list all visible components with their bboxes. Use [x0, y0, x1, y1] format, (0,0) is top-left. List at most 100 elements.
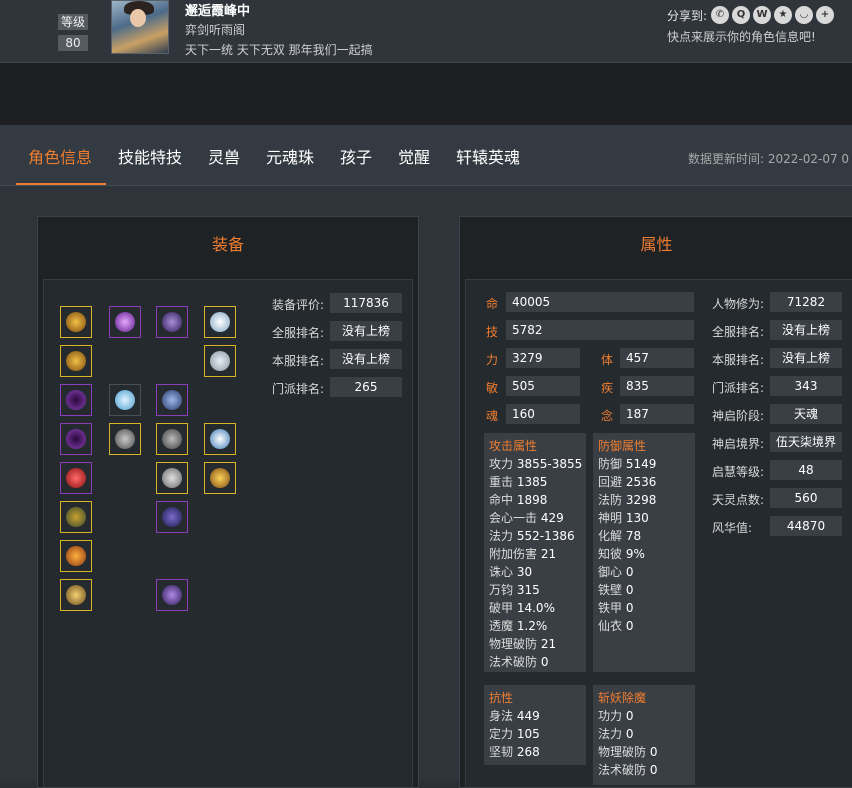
character-sect: 弈剑听雨阁	[185, 23, 246, 37]
tab-character-info[interactable]: 角色信息	[28, 144, 92, 168]
defense-attributes-title: 防御属性	[598, 439, 647, 453]
local-rank-label: 本服排名:	[272, 354, 325, 368]
share-icons: ✆ Q W ★ ◡ +	[711, 6, 834, 24]
equip-slot[interactable]	[109, 384, 141, 416]
attack-item: 附加伤害 21	[489, 547, 557, 561]
attr-key-skill: 技	[486, 325, 499, 339]
update-time: 数据更新时间: 2022-02-07 0	[688, 152, 850, 166]
attr-key: 疾	[601, 381, 614, 395]
defense-item: 知彼 9%	[598, 547, 645, 561]
resist-block: 抗性 身法 449 定力 105 坚韧 268	[484, 685, 586, 765]
attr-value: 160	[506, 404, 580, 424]
equip-slot[interactable]	[156, 423, 188, 455]
active-tab-indicator	[16, 183, 106, 185]
attr-value: 3279	[506, 348, 580, 368]
right-label: 本服排名:	[712, 353, 765, 367]
attack-item: 透魔 1.2%	[489, 619, 548, 633]
resist-item: 定力 105	[489, 727, 540, 741]
character-motto: 天下一统 天下无双 那年我们一起搞	[185, 43, 373, 57]
defense-item: 防御 5149	[598, 457, 657, 471]
defense-item: 神明 130	[598, 511, 649, 525]
defense-item: 御心 0	[598, 565, 634, 579]
tab-skills[interactable]: 技能特技	[118, 144, 182, 168]
tab-awakening[interactable]: 觉醒	[398, 144, 430, 168]
equipment-title: 装备	[211, 235, 244, 254]
attr-value-life: 40005	[506, 292, 694, 312]
equip-score-label: 装备评价:	[272, 298, 325, 312]
tab-soul-beads[interactable]: 元魂珠	[266, 144, 314, 168]
more-icon[interactable]: +	[816, 6, 834, 24]
right-value: 71282	[770, 292, 842, 312]
demon-item: 物理破防 0	[598, 745, 658, 759]
equip-slot[interactable]	[60, 462, 92, 494]
attr-key: 力	[486, 353, 499, 367]
attack-item: 破甲 14.0%	[489, 601, 555, 615]
equipment-panel: 装备 装备评价: 117836 全服排名: 没有上榜 本服排名: 没有上榜 门派…	[37, 216, 419, 788]
equip-slot[interactable]	[60, 306, 92, 338]
character-header: 等级 80 邂逅霞峰中 弈剑听雨阁 天下一统 天下无双 那年我们一起搞 分享到:…	[0, 0, 852, 63]
right-label: 神启境界:	[712, 437, 765, 451]
attr-key: 魂	[486, 409, 499, 423]
equip-slot[interactable]	[109, 306, 141, 338]
equip-slot[interactable]	[60, 423, 92, 455]
tab-xuanyuan-heroes[interactable]: 轩辕英魂	[456, 144, 520, 168]
defense-attributes-block: 防御属性 防御 5149 回避 2536 法防 3298 神明 130 化解 7…	[593, 433, 695, 672]
defense-item: 法防 3298	[598, 493, 657, 507]
wechat-icon[interactable]: ✆	[711, 6, 729, 24]
qq-icon[interactable]: Q	[732, 6, 750, 24]
attack-item: 命中 1898	[489, 493, 548, 507]
attr-value: 505	[506, 376, 580, 396]
sect-rank-value: 265	[330, 377, 402, 397]
equip-slot[interactable]	[60, 540, 92, 572]
defense-item: 仙衣 0	[598, 619, 634, 633]
attr-key: 念	[601, 409, 614, 423]
defense-item: 化解 78	[598, 529, 642, 543]
equip-slot[interactable]	[156, 501, 188, 533]
equip-slot[interactable]	[204, 345, 236, 377]
tab-bar: 角色信息 技能特技 灵兽 元魂珠 孩子 觉醒 轩辕英魂 数据更新时间: 2022…	[0, 125, 852, 186]
equip-slot[interactable]	[156, 384, 188, 416]
attributes-panel: 属性 命 40005 技 5782 力 3279 体 457 敏 505 疾 8…	[459, 216, 852, 788]
equipment-inner: 装备评价: 117836 全服排名: 没有上榜 本服排名: 没有上榜 门派排名:…	[43, 279, 413, 787]
attr-value: 187	[620, 404, 694, 424]
character-name: 邂逅霞峰中	[185, 4, 251, 19]
attr-value: 457	[620, 348, 694, 368]
equip-slot[interactable]	[60, 345, 92, 377]
equip-slot[interactable]	[204, 423, 236, 455]
equip-slot[interactable]	[156, 306, 188, 338]
tab-pets[interactable]: 灵兽	[208, 144, 240, 168]
right-value: 48	[770, 460, 842, 480]
equip-slot[interactable]	[109, 423, 141, 455]
server-rank-label: 全服排名:	[272, 326, 325, 340]
attr-key: 体	[601, 353, 614, 367]
equip-slot[interactable]	[156, 462, 188, 494]
equip-slot[interactable]	[204, 306, 236, 338]
tab-children[interactable]: 孩子	[340, 144, 372, 168]
qzone-icon[interactable]: ★	[774, 6, 792, 24]
right-label: 全服排名:	[712, 325, 765, 339]
equip-slot[interactable]	[60, 579, 92, 611]
attr-key-life: 命	[486, 297, 499, 311]
right-value: 没有上榜	[770, 348, 842, 368]
attack-item: 会心一击 429	[489, 511, 564, 525]
demon-item: 功力 0	[598, 709, 634, 723]
defense-item: 回避 2536	[598, 475, 657, 489]
main-content: 装备 装备评价: 117836 全服排名: 没有上榜 本服排名: 没有上榜 门派…	[0, 186, 852, 788]
attributes-inner: 命 40005 技 5782 力 3279 体 457 敏 505 疾 835 …	[465, 279, 852, 787]
equip-slot[interactable]	[204, 462, 236, 494]
weibo-icon[interactable]: W	[753, 6, 771, 24]
equip-slot[interactable]	[60, 501, 92, 533]
attack-item: 诛心 30	[489, 565, 533, 579]
demon-item: 法术破防 0	[598, 763, 658, 777]
resist-item: 坚韧 268	[489, 745, 540, 759]
demon-slaying-block: 斩妖除魔 功力 0 法力 0 物理破防 0 法术破防 0	[593, 685, 695, 785]
right-label: 神启阶段:	[712, 409, 765, 423]
right-label: 启慧等级:	[712, 465, 765, 479]
equip-slot[interactable]	[60, 384, 92, 416]
tencent-icon[interactable]: ◡	[795, 6, 813, 24]
attack-attributes-title: 攻击属性	[489, 439, 538, 453]
equip-slot[interactable]	[156, 579, 188, 611]
attack-item: 物理破防 21	[489, 637, 557, 651]
right-label: 门派排名:	[712, 381, 765, 395]
right-value: 343	[770, 376, 842, 396]
